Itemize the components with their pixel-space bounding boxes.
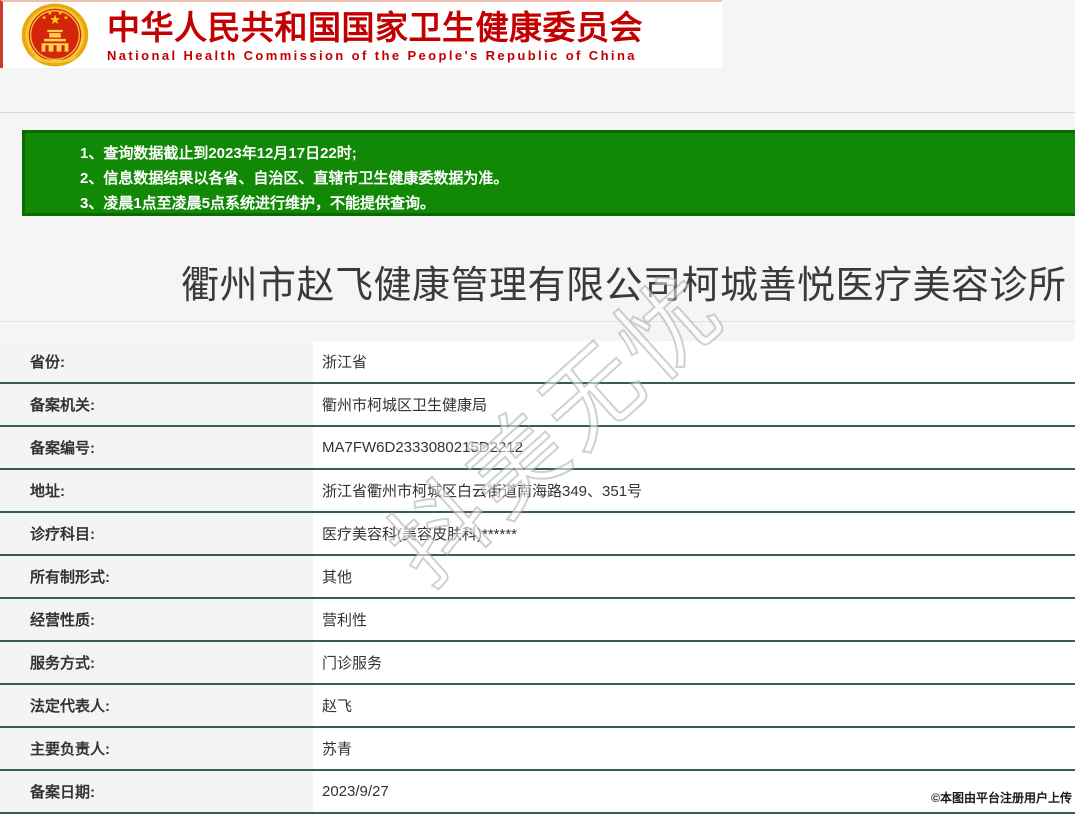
- field-value: 浙江省: [313, 341, 1075, 382]
- header-divider: [0, 112, 1075, 113]
- notice-line: 1、查询数据截止到2023年12月17日22时;: [80, 145, 357, 162]
- field-label: 服务方式:: [0, 642, 313, 683]
- table-row: 省份: 浙江省: [0, 341, 1075, 384]
- table-row: 所有制形式: 其他: [0, 556, 1075, 599]
- field-value: 浙江省衢州市柯城区白云街道南海路349、351号: [313, 470, 1075, 511]
- china-national-emblem-icon: ★ ★ ★ ★ ★: [3, 2, 107, 68]
- field-label: 主要负责人:: [0, 728, 313, 769]
- svg-text:★: ★: [58, 10, 63, 17]
- field-label: 诊疗科目:: [0, 513, 313, 554]
- field-label: 所有制形式:: [0, 556, 313, 597]
- field-label: 经营性质:: [0, 599, 313, 640]
- field-value: MA7FW6D2333080215D2212: [313, 427, 1075, 468]
- field-value: 苏青: [313, 728, 1075, 769]
- site-title-english: National Health Commission of the People…: [107, 47, 637, 63]
- field-label: 备案编号:: [0, 427, 313, 468]
- field-label: 地址:: [0, 470, 313, 511]
- svg-text:★: ★: [42, 15, 47, 22]
- notice-line: 2、信息数据结果以各省、自治区、直辖市卫生健康委数据为准。: [80, 170, 509, 187]
- field-value: 医疗美容科(美容皮肤科)******: [313, 513, 1075, 554]
- section-divider: [0, 321, 1075, 322]
- svg-text:★: ★: [47, 10, 52, 17]
- field-value: 营利性: [313, 599, 1075, 640]
- site-header: ★ ★ ★ ★ ★ 中华人民共和国国家卫生健康委员会 National Heal…: [0, 0, 722, 68]
- table-row: 法定代表人: 赵飞: [0, 685, 1075, 728]
- field-value: 衢州市柯城区卫生健康局: [313, 384, 1075, 425]
- table-row: 备案机关: 衢州市柯城区卫生健康局: [0, 384, 1075, 427]
- table-row: 备案编号: MA7FW6D2333080215D2212: [0, 427, 1075, 470]
- table-row: 地址: 浙江省衢州市柯城区白云街道南海路349、351号: [0, 470, 1075, 513]
- upload-credit-text: ©本图由平台注册用户上传: [931, 791, 1072, 805]
- svg-text:★: ★: [63, 15, 68, 22]
- field-label: 省份:: [0, 341, 313, 382]
- field-value: 其他: [313, 556, 1075, 597]
- query-notice-box: 1、查询数据截止到2023年12月17日22时; 2、信息数据结果以各省、自治区…: [22, 130, 1075, 216]
- notice-line: 3、凌晨1点至凌晨5点系统进行维护，不能提供查询。: [80, 195, 436, 212]
- field-value: 门诊服务: [313, 642, 1075, 683]
- field-label: 法定代表人:: [0, 685, 313, 726]
- field-label: 备案机关:: [0, 384, 313, 425]
- page-title: 衢州市赵飞健康管理有限公司柯城善悦医疗美容诊所: [181, 265, 1067, 307]
- record-table: 省份: 浙江省 备案机关: 衢州市柯城区卫生健康局 备案编号: MA7FW6D2…: [0, 341, 1075, 814]
- field-value: 赵飞: [313, 685, 1075, 726]
- table-row: 服务方式: 门诊服务: [0, 642, 1075, 685]
- field-label: 备案日期:: [0, 771, 313, 812]
- table-row: 主要负责人: 苏青: [0, 728, 1075, 771]
- table-row: 经营性质: 营利性: [0, 599, 1075, 642]
- header-titles: 中华人民共和国国家卫生健康委员会 National Health Commiss…: [107, 8, 643, 63]
- site-title-chinese: 中华人民共和国国家卫生健康委员会: [107, 8, 643, 46]
- table-row: 诊疗科目: 医疗美容科(美容皮肤科)******: [0, 513, 1075, 556]
